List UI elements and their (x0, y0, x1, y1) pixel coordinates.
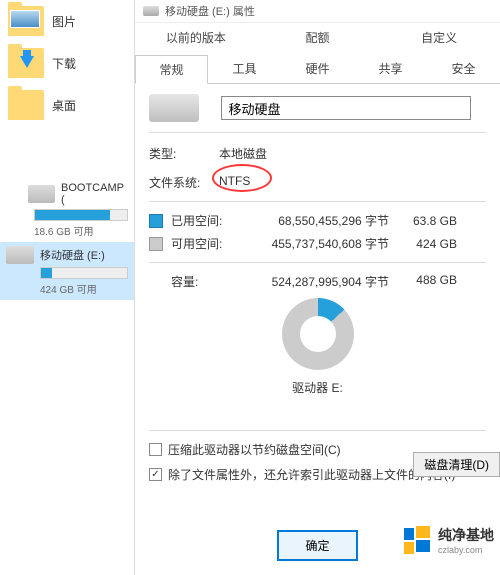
drive-icon (6, 246, 34, 264)
free-bytes: 455,737,540,608 字节 (239, 235, 389, 252)
dialog-title-text: 移动硬盘 (E:) 属性 (165, 3, 255, 19)
properties-dialog: 移动硬盘 (E:) 属性 以前的版本 配额 自定义 常规 工具 硬件 共享 安全… (134, 0, 500, 575)
drive-name: 移动硬盘 (E:) (40, 247, 105, 263)
capacity-human: 488 GB (389, 273, 457, 290)
sidebar-item-desktop[interactable]: 桌面 (0, 84, 134, 126)
used-bytes: 68,550,455,296 字节 (239, 212, 389, 229)
sidebar-item-downloads[interactable]: 下载 (0, 42, 134, 84)
type-label: 类型: (149, 145, 219, 162)
tab-customize[interactable]: 自定义 (378, 23, 500, 52)
capacity-label: 容量: (171, 273, 239, 290)
tab-row-upper: 以前的版本 配额 自定义 (135, 23, 500, 52)
ok-button[interactable]: 确定 (277, 530, 357, 561)
compress-checkbox[interactable] (149, 443, 162, 456)
folder-icon (8, 48, 44, 78)
drive-subtext: 18.6 GB 可用 (34, 223, 128, 238)
drive-item-bootcamp[interactable]: BOOTCAMP ( 18.6 GB 可用 (0, 178, 134, 242)
sidebar-item-pictures[interactable]: 图片 (0, 0, 134, 42)
drive-name: BOOTCAMP ( (61, 182, 128, 206)
explorer-sidebar: 图片 下载 桌面 BOOTCAMP ( 18.6 GB 可用 移动硬盘 (E:)… (0, 0, 134, 575)
drive-usage-bar (34, 209, 128, 221)
folder-label: 桌面 (52, 97, 76, 114)
drive-icon (28, 185, 55, 203)
drive-icon (143, 6, 159, 16)
tab-quota[interactable]: 配额 (257, 23, 379, 52)
watermark-subtext: czlaby.com (438, 545, 494, 555)
tab-sharing[interactable]: 共享 (354, 54, 427, 83)
drive-letter-label: 驱动器 E: (149, 379, 486, 396)
dialog-titlebar: 移动硬盘 (E:) 属性 (135, 0, 500, 23)
capacity-bytes: 524,287,995,904 字节 (239, 273, 389, 290)
type-value: 本地磁盘 (219, 145, 267, 162)
drive-name-input[interactable] (221, 96, 471, 120)
tab-previous-versions[interactable]: 以前的版本 (135, 23, 257, 52)
index-label: 除了文件属性外，还允许索引此驱动器上文件的内容(I) (168, 466, 455, 483)
folder-label: 图片 (52, 13, 76, 30)
tab-general[interactable]: 常规 (135, 55, 208, 84)
watermark-logo-icon (404, 526, 432, 554)
used-swatch-icon (149, 214, 163, 228)
drive-icon (149, 94, 199, 122)
usage-pie-chart (282, 298, 354, 370)
free-swatch-icon (149, 237, 163, 251)
filesystem-label: 文件系统: (149, 174, 219, 191)
tab-security[interactable]: 安全 (427, 54, 500, 83)
watermark: 纯净基地 czlaby.com (404, 525, 494, 555)
drive-item-removable[interactable]: 移动硬盘 (E:) 424 GB 可用 (0, 242, 134, 300)
compress-label: 压缩此驱动器以节约磁盘空间(C) (168, 441, 341, 458)
filesystem-value: NTFS (219, 174, 250, 191)
drive-usage-bar (40, 267, 128, 279)
drive-list: BOOTCAMP ( 18.6 GB 可用 移动硬盘 (E:) 424 GB 可… (0, 178, 134, 300)
tab-general-content: 类型: 本地磁盘 文件系统: NTFS 已用空间: 68,550,455,296… (135, 84, 500, 483)
folder-icon (8, 90, 44, 120)
free-label: 可用空间: (171, 235, 239, 252)
used-human: 63.8 GB (389, 214, 457, 228)
drive-subtext: 424 GB 可用 (40, 281, 128, 296)
tab-tools[interactable]: 工具 (208, 54, 281, 83)
index-checkbox[interactable]: ✓ (149, 468, 162, 481)
free-human: 424 GB (389, 237, 457, 251)
tab-row-lower: 常规 工具 硬件 共享 安全 (135, 54, 500, 84)
watermark-text: 纯净基地 (438, 525, 494, 545)
disk-cleanup-button[interactable]: 磁盘清理(D) (413, 452, 500, 477)
used-label: 已用空间: (171, 212, 239, 229)
tab-hardware[interactable]: 硬件 (281, 54, 354, 83)
folder-label: 下载 (52, 55, 76, 72)
folder-icon (8, 6, 44, 36)
